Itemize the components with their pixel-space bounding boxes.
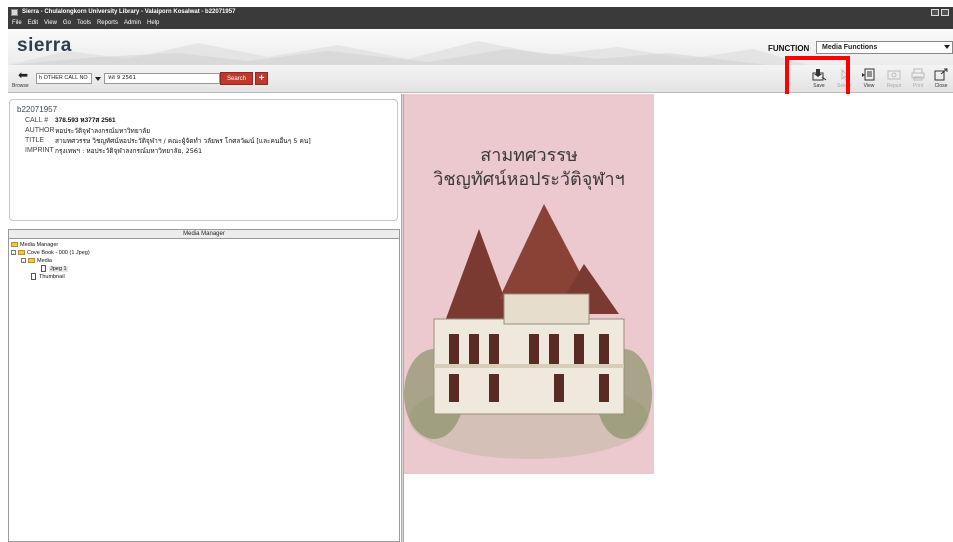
browse-button[interactable]: ⬅ Browse — [12, 68, 38, 90]
folder-icon — [11, 242, 18, 248]
file-icon — [31, 273, 36, 281]
folder-icon — [28, 258, 35, 264]
tree-jpeg-label: Jpeg 1 — [49, 266, 68, 272]
repair-button[interactable]: Repair — [882, 68, 906, 92]
tree-item-media[interactable]: - Media — [21, 257, 52, 265]
printer-icon — [911, 68, 925, 81]
app-icon — [11, 9, 18, 16]
browse-label: Browse — [12, 83, 29, 89]
author-value: หอประวัติจุฬาลงกรณ์มหาวิทยาลัย — [55, 127, 151, 135]
repair-icon — [887, 70, 901, 80]
menu-file[interactable]: File — [12, 18, 22, 29]
call-label: CALL # — [25, 117, 49, 124]
menu-view[interactable]: View — [44, 18, 57, 29]
tree-root-label: Media Manager — [20, 242, 59, 248]
close-button[interactable]: Close — [929, 68, 953, 92]
menu-edit[interactable]: Edit — [28, 18, 38, 29]
menu-reports[interactable]: Reports — [97, 18, 118, 29]
menu-bar: File Edit View Go Tools Reports Admin He… — [8, 18, 953, 29]
book-cover-image: สามทศวรรษ วิชญทัศน์หอประวัติจุฬาฯ — [404, 94, 654, 474]
close-record-icon — [934, 68, 948, 81]
imprint-value: กรุงเทพฯ : หอประวัติจุฬาลงกรณ์มหาวิทยาลั… — [55, 147, 203, 155]
menu-go[interactable]: Go — [63, 18, 71, 29]
title-field: TITLE สามทศวรรษ วิชญทัศน์หอประวัติจุฬาฯ … — [17, 136, 390, 146]
media-manager-header: Media Manager — [9, 230, 399, 239]
menu-tools[interactable]: Tools — [77, 18, 91, 29]
tree-thumbnail-label: Thumbnail — [39, 274, 65, 280]
maximize-icon[interactable] — [941, 9, 949, 16]
function-label: FUNCTION — [768, 44, 810, 53]
minimize-icon[interactable] — [931, 9, 939, 16]
folder-icon — [18, 250, 25, 256]
function-select[interactable]: Media Functions — [816, 41, 953, 54]
imprint-field: IMPRINT กรุงเทพฯ : หอประวัติจุฬาลงกรณ์มห… — [17, 146, 390, 156]
collapse-icon[interactable]: - — [11, 250, 16, 256]
window-controls — [931, 9, 949, 16]
print-button[interactable]: Print — [906, 68, 930, 92]
repair-label: Repair — [886, 83, 902, 89]
tree-item-thumbnail[interactable]: Thumbnail — [31, 273, 65, 281]
media-manager-panel: Media Manager Media Manager - Cove Book -… — [8, 229, 400, 542]
record-id: b22071957 — [17, 105, 58, 114]
file-icon — [41, 265, 46, 273]
window-title: Sierra - Chulalongkorn University Librar… — [22, 9, 236, 15]
menu-admin[interactable]: Admin — [124, 18, 141, 29]
close-label: Close — [934, 83, 948, 89]
sierra-logo: sierra — [17, 35, 72, 56]
tree-item-cover[interactable]: - Cove Book - 000 (1 Jpeg) — [11, 249, 90, 257]
author-label: AUTHOR — [25, 127, 55, 134]
view-icon — [862, 68, 875, 81]
imprint-label: IMPRINT — [25, 147, 54, 154]
search-type-select[interactable]: h OTHER CALL NO — [36, 73, 92, 84]
print-label: Print — [912, 83, 924, 89]
add-button[interactable]: + — [255, 72, 268, 85]
search-input[interactable]: หส 9 2561 — [104, 73, 220, 84]
tree-cover-label: Cove Book - 000 (1 Jpeg) — [27, 250, 90, 256]
function-value: Media Functions — [822, 44, 878, 51]
media-viewer: สามทศวรรษ วิชญทัศน์หอประวัติจุฬาฯ — [404, 94, 953, 542]
title-value: สามทศวรรษ วิชญทัศน์หอประวัติจุฬาฯ / คณะผ… — [55, 137, 311, 145]
record-panel: b22071957 CALL # 378.593 ห377ส 2561 AUTH… — [9, 99, 398, 221]
title-label: TITLE — [25, 137, 45, 144]
call-field: CALL # 378.593 ห377ส 2561 — [17, 116, 390, 126]
cover-title-line2: วิชญทัศน์หอประวัติจุฬาฯ — [433, 169, 625, 190]
call-value: 378.593 ห377ส 2561 — [55, 117, 116, 124]
tree-item-root[interactable]: Media Manager — [11, 241, 58, 249]
title-bar: Sierra - Chulalongkorn University Librar… — [8, 7, 953, 18]
author-field: AUTHOR หอประวัติจุฬาลงกรณ์มหาวิทยาลัย — [17, 126, 390, 136]
view-label: View — [863, 83, 875, 89]
chevron-down-icon — [944, 45, 950, 49]
back-arrow-icon: ⬅ — [18, 68, 29, 82]
tree-item-jpeg[interactable]: Jpeg 1 — [41, 265, 68, 273]
search-button[interactable]: Search — [220, 72, 253, 85]
collapse-icon[interactable]: - — [21, 258, 26, 264]
building-illustration — [404, 204, 652, 459]
menu-help[interactable]: Help — [147, 18, 159, 29]
view-button[interactable]: View — [857, 68, 881, 92]
chevron-down-icon[interactable] — [95, 77, 101, 81]
tree-media-label: Media — [37, 258, 52, 264]
